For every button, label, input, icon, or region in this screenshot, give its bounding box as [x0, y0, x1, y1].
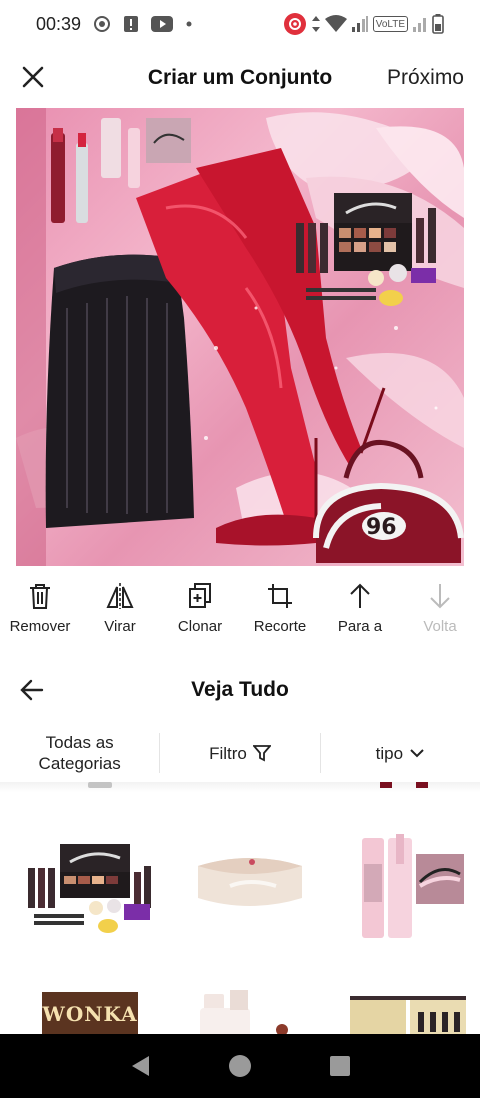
trash-icon — [27, 580, 53, 612]
clone-icon — [187, 580, 213, 612]
clone-label: Clonar — [177, 618, 223, 635]
nav-recents-icon[interactable] — [326, 1052, 354, 1080]
type-label: tipo — [375, 743, 404, 763]
nav-back-icon[interactable] — [126, 1052, 154, 1080]
record-icon — [93, 15, 111, 33]
categories-label: Todas as Categorias — [38, 733, 121, 773]
perfume-bottle-image — [200, 990, 288, 1034]
catalog-title: Veja Tudo — [191, 678, 289, 701]
flip-icon — [105, 580, 135, 612]
catalog-header: Veja Tudo — [0, 668, 480, 714]
product-tile[interactable] — [24, 838, 154, 938]
signal-icon-2 — [412, 15, 428, 33]
filter-bar: Todas as Categorias Filtro tipo — [0, 728, 480, 778]
product-tile-partial[interactable] — [380, 782, 440, 788]
flip-label: Virar — [104, 618, 136, 635]
alert-icon — [123, 15, 139, 33]
product-tile[interactable] — [356, 834, 466, 944]
product-tile-partial[interactable] — [88, 782, 112, 788]
system-nav-bar — [0, 1034, 480, 1098]
volte-badge: VoLTE — [372, 16, 408, 32]
data-arrows-icon — [311, 15, 321, 33]
product-grid: WONKA — [0, 782, 480, 1034]
chevron-down-icon — [409, 747, 425, 759]
battery-icon — [432, 14, 444, 34]
funnel-icon — [252, 744, 271, 762]
flip-button[interactable]: Virar — [80, 580, 160, 644]
crop-label: Recorte — [253, 618, 307, 635]
remove-button[interactable]: Remover — [0, 580, 80, 644]
filter-button[interactable]: Filtro — [160, 730, 319, 776]
arrow-up-icon — [348, 580, 372, 612]
type-dropdown[interactable]: tipo — [321, 730, 480, 776]
product-tile[interactable]: WONKA — [42, 992, 138, 1034]
handbag-96 — [313, 439, 464, 563]
arrow-down-icon — [428, 580, 452, 612]
makeup-kit-image — [28, 844, 151, 933]
crop-icon — [266, 580, 294, 612]
product-tile[interactable] — [350, 992, 468, 1034]
bring-forward-button[interactable]: Para a — [320, 580, 400, 644]
eyeliner-glitter-image — [362, 834, 464, 938]
product-tile[interactable] — [200, 990, 310, 1034]
wonka-label: WONKA — [42, 1002, 138, 1026]
nav-home-icon[interactable] — [226, 1052, 254, 1080]
status-time: 00:39 — [36, 13, 82, 34]
clone-button[interactable]: Clonar — [160, 580, 240, 644]
edit-toolbar: Remover Virar Clonar Recorte Para a Volt… — [0, 580, 480, 644]
outfit-collage: 96 — [16, 108, 464, 566]
send-back-label: Volta — [423, 618, 457, 635]
youtube-icon — [151, 16, 174, 32]
categories-dropdown[interactable]: Todas as Categorias — [0, 730, 159, 776]
hotspot-icon — [283, 12, 307, 36]
wifi-icon — [324, 15, 347, 33]
remove-label: Remover — [9, 618, 71, 635]
send-back-button[interactable]: Volta — [400, 580, 480, 644]
bag-number-text: 96 — [366, 515, 397, 540]
product-tile[interactable] — [190, 842, 310, 942]
crop-button[interactable]: Recorte — [240, 580, 320, 644]
next-button[interactable]: Próximo — [387, 66, 464, 90]
bring-forward-label: Para a — [337, 618, 383, 635]
dot-icon — [185, 20, 193, 28]
black-sequin-dress — [45, 254, 195, 528]
status-bar: 00:39 VoLTE — [0, 0, 480, 48]
signal-icon — [351, 15, 369, 33]
cosmetics-set-image — [350, 996, 466, 1034]
app-header: Criar um Conjunto Próximo — [0, 48, 480, 106]
outfit-canvas[interactable]: 96 — [16, 108, 464, 566]
filter-label: Filtro — [209, 743, 247, 763]
powder-compact-image — [198, 858, 302, 906]
